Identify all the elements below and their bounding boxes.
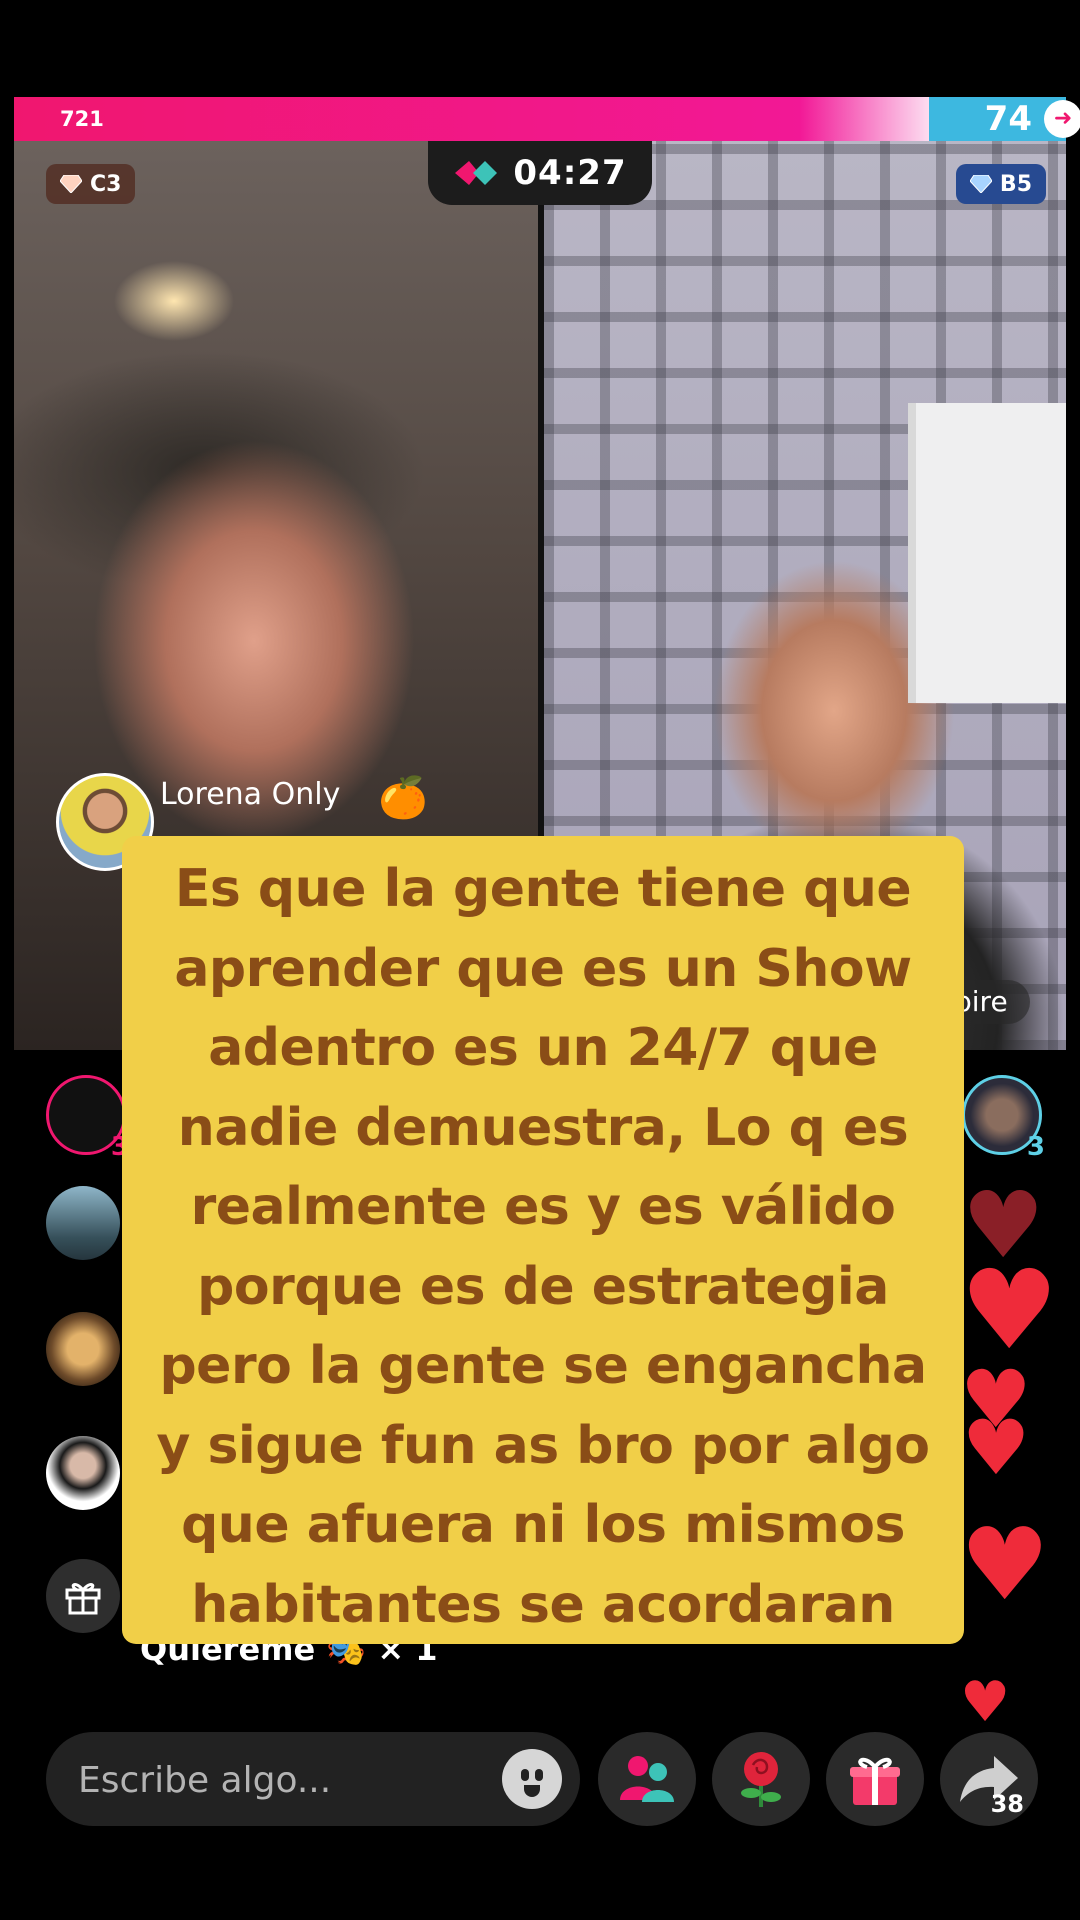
gift-icon bbox=[850, 1757, 900, 1805]
heart-icon: ♥ bbox=[960, 1506, 1050, 1623]
comment-placeholder: Escribe algo... bbox=[78, 1760, 332, 1801]
host-name[interactable]: Lorena Only bbox=[160, 777, 340, 812]
battle-versus-icon bbox=[455, 161, 498, 185]
avatar-rank-badge: 3 bbox=[1026, 1132, 1045, 1162]
host-pet-icon: 🍊 bbox=[378, 775, 428, 821]
viewer-avatar[interactable] bbox=[46, 1312, 120, 1386]
viewer-avatar[interactable]: 3 bbox=[46, 1075, 129, 1162]
viewer-avatar[interactable] bbox=[46, 1436, 120, 1510]
right-score-value: 74 bbox=[984, 99, 1032, 139]
streak-arrow-icon: ➜ bbox=[1044, 100, 1080, 138]
heart-icon: ♥ bbox=[962, 1403, 1031, 1492]
heart-icon: ♥ bbox=[960, 1246, 1059, 1374]
caption-text: Es que la gente tiene que aprender que e… bbox=[156, 859, 930, 1635]
left-rank-badge[interactable]: C3 bbox=[46, 164, 136, 204]
background-shelf bbox=[908, 403, 1066, 703]
viewer-avatar[interactable] bbox=[46, 1186, 120, 1260]
left-rank-label: C3 bbox=[90, 171, 122, 197]
battle-score-bar: 721 ➜ 74 bbox=[14, 97, 1080, 141]
battle-timer: 04:27 bbox=[428, 141, 652, 205]
right-team-score: ➜ 74 bbox=[929, 97, 1080, 141]
score-streak-effect bbox=[799, 97, 929, 141]
right-rank-badge[interactable]: B5 bbox=[955, 164, 1046, 204]
comment-input[interactable]: Escribe algo... bbox=[46, 1732, 580, 1826]
opponent-viewer-avatar[interactable]: 3 bbox=[962, 1075, 1045, 1162]
left-team-score: 721 bbox=[14, 97, 929, 141]
right-rank-label: B5 bbox=[999, 171, 1032, 197]
invite-guests-icon bbox=[620, 1756, 674, 1802]
rose-gift-icon bbox=[741, 1752, 781, 1807]
diamond-icon bbox=[969, 175, 992, 193]
share-count: 38 bbox=[990, 1790, 1024, 1818]
caption-overlay: Es que la gente tiene que aprender que e… bbox=[122, 836, 964, 1644]
gift-box-button[interactable] bbox=[46, 1559, 120, 1633]
left-score-value: 721 bbox=[60, 107, 104, 131]
timer-value: 04:27 bbox=[513, 153, 627, 193]
rose-gift-button[interactable] bbox=[712, 1732, 810, 1826]
gift-button[interactable] bbox=[826, 1732, 924, 1826]
gift-box-icon bbox=[65, 1583, 101, 1615]
diamond-icon bbox=[60, 175, 82, 193]
share-button[interactable]: 38 bbox=[940, 1732, 1038, 1826]
invite-guests-button[interactable] bbox=[598, 1732, 696, 1826]
heart-icon: ♥ bbox=[960, 1670, 1011, 1735]
emoji-icon[interactable] bbox=[502, 1749, 562, 1809]
